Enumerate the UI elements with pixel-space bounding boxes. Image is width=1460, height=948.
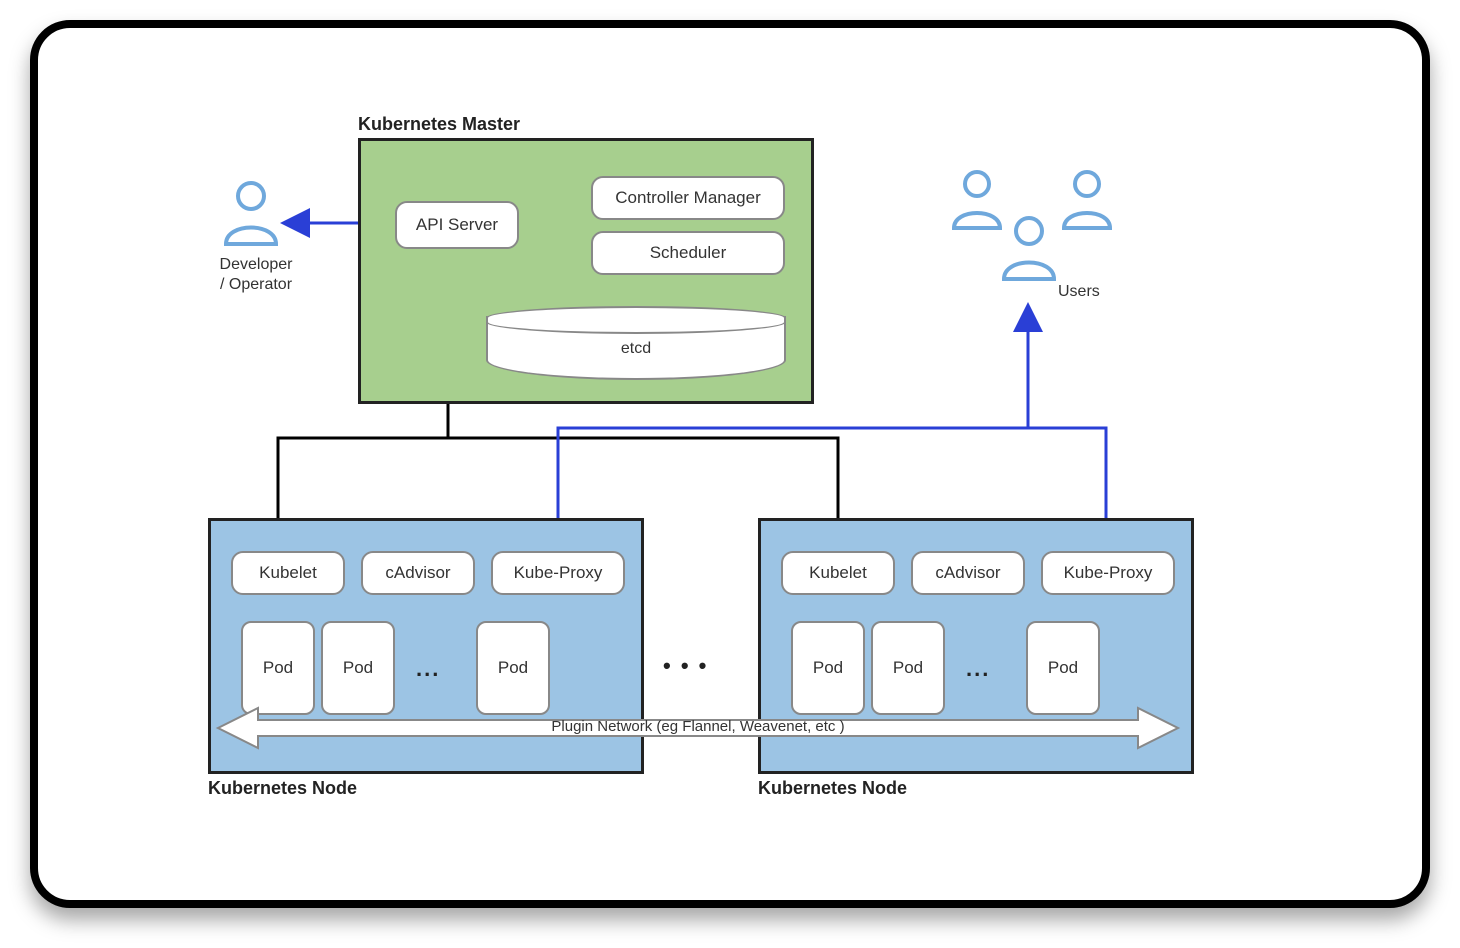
diagram-frame: Developer / Operator Users Kubernetes Ma… — [30, 20, 1430, 908]
network-label: Plugin Network (eg Flannel, Weavenet, et… — [218, 718, 1178, 735]
network-arrow — [38, 28, 1438, 908]
